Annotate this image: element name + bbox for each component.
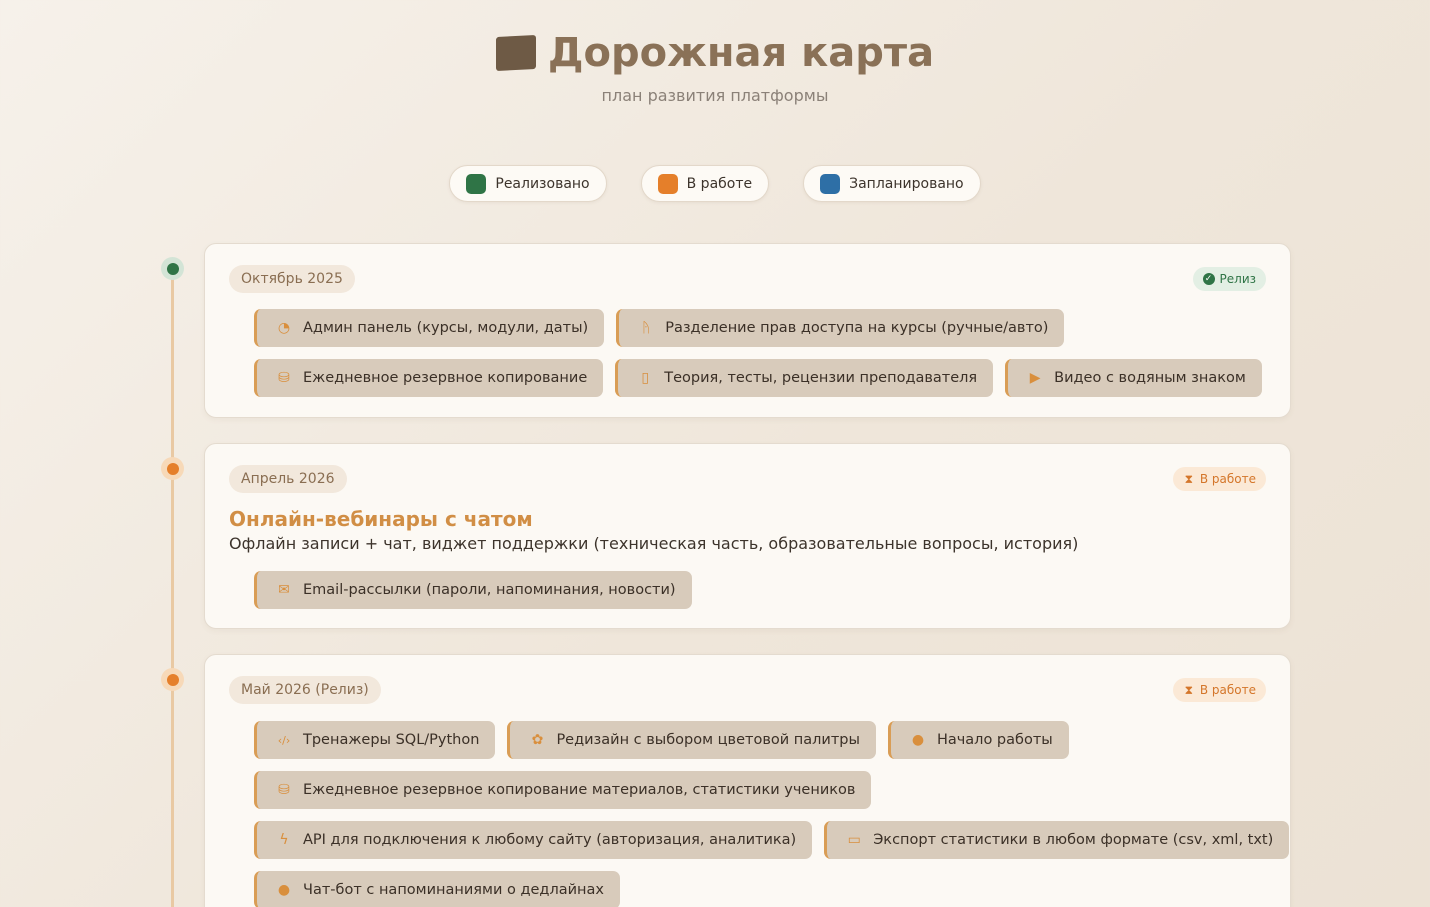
feature-label: Email-рассылки (пароли, напоминания, нов… (303, 582, 676, 598)
status-label: В работе (1199, 472, 1256, 486)
milestone-card: Октябрь 2025 ✓ Релиз ◔ Админ панель (кур… (204, 243, 1291, 418)
play-icon: ● (911, 732, 925, 748)
feature-label: Начало работы (936, 732, 1053, 748)
feature-row: ✉ Email-рассылки (пароли, напоминания, н… (254, 571, 1266, 609)
hourglass-icon: ⧗ (1184, 683, 1194, 697)
milestone-date: Май 2026 (Релиз) (229, 676, 381, 704)
timeline-dot-in-progress (161, 668, 184, 691)
legend-label: Запланировано (849, 175, 964, 192)
feature-item[interactable]: ‹/› Тренажеры SQL/Python (254, 721, 496, 759)
feature-label: Ежедневное резервное копирование (303, 370, 588, 386)
feature-item[interactable]: ⛁ Ежедневное резервное копирование (254, 359, 604, 397)
feature-label: Экспорт статистики в любом формате (csv,… (873, 832, 1274, 848)
feature-item[interactable]: ϟ API для подключения к любому сайту (ав… (254, 821, 813, 859)
database-icon: ⛁ (278, 782, 290, 798)
feature-row: ● Чат-бот с напоминаниями о дедлайнах (254, 871, 1266, 907)
person-icon: ᚤ (642, 320, 651, 336)
feature-item[interactable]: ▶ Видео с водяным знаком (1005, 359, 1262, 397)
chat-icon: ● (277, 882, 291, 898)
dashboard-icon: ◔ (277, 320, 291, 336)
status-legend: Реализовано В работе Запланировано (0, 165, 1430, 202)
feature-item[interactable]: ◔ Админ панель (курсы, модули, даты) (254, 309, 605, 347)
feature-item[interactable]: ▯ Теория, тесты, рецензии преподавателя (615, 359, 994, 397)
feature-row: ⛁ Ежедневное резервное копирование матер… (254, 771, 1266, 809)
legend-label: Реализовано (495, 175, 590, 192)
legend-swatch-planned (820, 173, 841, 194)
map-icon (495, 34, 536, 72)
timeline-line (171, 268, 174, 907)
feature-item[interactable]: ✉ Email-рассылки (пароли, напоминания, н… (254, 571, 692, 609)
database-icon: ⛁ (278, 370, 290, 386)
legend-label: В работе (686, 175, 753, 192)
milestone-date: Октябрь 2025 (229, 265, 355, 293)
feature-item[interactable]: ▭ Экспорт статистики в любом формате (cs… (824, 821, 1290, 859)
status-badge: ⧗ В работе (1172, 467, 1266, 491)
feature-item[interactable]: ⛁ Ежедневное резервное копирование матер… (254, 771, 872, 809)
feature-label: Ежедневное резервное копирование материа… (303, 782, 856, 798)
feature-label: Редизайн с выбором цветовой палитры (556, 732, 860, 748)
feature-item[interactable]: ● Чат-бот с напоминаниями о дедлайнах (254, 871, 620, 907)
file-export-icon: ▭ (847, 832, 861, 848)
legend-swatch-in-progress (657, 173, 678, 194)
milestone-card: Апрель 2026 ⧗ В работе Онлайн-вебинары с… (204, 443, 1291, 629)
page-subtitle: план развития платформы (601, 86, 829, 105)
feature-row: ‹/› Тренажеры SQL/Python ✿ Редизайн с вы… (254, 721, 1266, 759)
feature-label: Разделение прав доступа на курсы (ручные… (665, 320, 1049, 336)
book-icon: ▯ (641, 370, 650, 386)
page-title: Дорожная карта (495, 30, 935, 76)
hourglass-icon: ⧗ (1184, 472, 1194, 486)
code-icon: ‹/› (277, 733, 291, 747)
feature-label: Чат-бот с напоминаниями о дедлайнах (303, 882, 604, 898)
milestone-date: Апрель 2026 (229, 465, 347, 493)
status-label: Релиз (1219, 272, 1256, 286)
plug-icon: ϟ (279, 832, 289, 848)
feature-row: ϟ API для подключения к любому сайту (ав… (254, 821, 1290, 859)
timeline-dot-done (161, 257, 184, 280)
status-badge: ✓ Релиз (1192, 267, 1266, 291)
legend-item-done[interactable]: Реализовано (449, 165, 607, 202)
feature-row: ⛁ Ежедневное резервное копирование ▯ Тео… (254, 359, 1266, 397)
timeline-dot-in-progress (161, 457, 184, 480)
page-header: Дорожная карта план развития платформы (0, 30, 1430, 105)
milestone-title: Онлайн-вебинары с чатом (229, 507, 533, 531)
page-title-text: Дорожная карта (547, 30, 935, 76)
feature-item[interactable]: ᚤ Разделение прав доступа на курсы (ручн… (616, 309, 1065, 347)
feature-label: API для подключения к любому сайту (авто… (303, 832, 797, 848)
status-label: В работе (1199, 683, 1256, 697)
feature-row: ◔ Админ панель (курсы, модули, даты) ᚤ Р… (254, 309, 1266, 347)
feature-label: Тренажеры SQL/Python (303, 732, 480, 748)
video-icon: ▶ (1029, 370, 1041, 386)
status-badge: ⧗ В работе (1172, 678, 1266, 702)
mail-icon: ✉ (278, 582, 290, 598)
feature-item[interactable]: ✿ Редизайн с выбором цветовой палитры (507, 721, 876, 759)
legend-swatch-done (466, 173, 487, 194)
legend-item-in-progress[interactable]: В работе (640, 165, 770, 202)
palette-icon: ✿ (531, 732, 544, 748)
feature-item[interactable]: ● Начало работы (887, 721, 1069, 759)
feature-label: Теория, тесты, рецензии преподавателя (664, 370, 978, 386)
feature-label: Видео с водяным знаком (1054, 370, 1246, 386)
check-circle-icon: ✓ (1202, 273, 1215, 285)
feature-label: Админ панель (курсы, модули, даты) (303, 320, 589, 336)
legend-item-planned[interactable]: Запланировано (803, 165, 981, 202)
milestone-description: Офлайн записи + чат, виджет поддержки (т… (229, 534, 1079, 553)
milestone-card: Май 2026 (Релиз) ⧗ В работе ‹/› Тренажер… (204, 654, 1291, 907)
